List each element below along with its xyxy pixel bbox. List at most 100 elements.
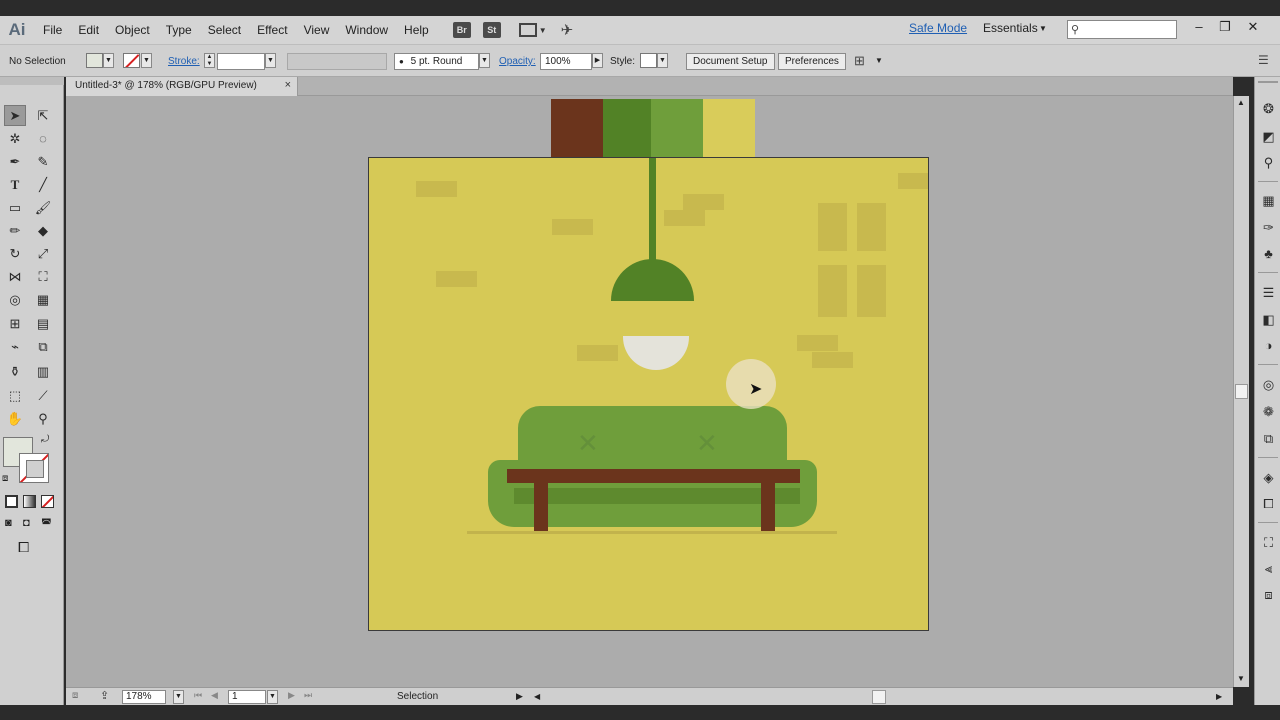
menu-file[interactable]: File bbox=[35, 16, 70, 44]
stroke-color-swatch[interactable] bbox=[123, 53, 140, 68]
close-button[interactable]: ✕ bbox=[1240, 18, 1266, 36]
menu-type[interactable]: Type bbox=[158, 16, 200, 44]
fill-color-swatch[interactable] bbox=[86, 53, 103, 68]
zoom-field[interactable]: 178% bbox=[122, 690, 166, 704]
selection-tool-icon[interactable]: ➤ bbox=[4, 105, 26, 126]
vertical-scrollbar[interactable]: ▲ ▼ bbox=[1233, 96, 1249, 687]
open-in-bridge-icon[interactable]: ⇪ bbox=[100, 689, 109, 702]
symbol-sprayer-tool-icon[interactable]: ⚱ bbox=[4, 361, 26, 382]
swatch-chip-light-green[interactable] bbox=[651, 99, 703, 157]
draw-inside-icon[interactable]: ◚ bbox=[41, 517, 52, 530]
appearance-panel-icon[interactable]: ◎ bbox=[1259, 376, 1278, 393]
artboard[interactable]: ✕ ✕ bbox=[368, 157, 929, 631]
workspace-switcher[interactable]: Essentials bbox=[983, 21, 1038, 35]
horizontal-scroll-thumb[interactable] bbox=[872, 690, 886, 704]
draw-normal-icon[interactable]: ◙ bbox=[5, 517, 12, 529]
blend-tool-icon[interactable]: ⧉ bbox=[32, 336, 54, 357]
brush-definition-field[interactable]: ● 5 pt. Round bbox=[394, 53, 479, 70]
stroke-panel-icon[interactable]: ☰ bbox=[1259, 284, 1278, 301]
slice-tool-icon[interactable]: ⟋ bbox=[32, 385, 54, 406]
preferences-button[interactable]: Preferences bbox=[778, 53, 846, 70]
shape-builder-tool-icon[interactable]: ◎ bbox=[4, 289, 26, 310]
artboard-nav-icon[interactable]: ⧈ bbox=[72, 690, 78, 701]
artboards-panel-icon[interactable]: ⧠ bbox=[1259, 495, 1278, 512]
gradient-tool-icon[interactable]: ▤ bbox=[32, 313, 54, 334]
column-graph-tool-icon[interactable]: ▥ bbox=[32, 361, 54, 382]
hand-tool-icon[interactable]: ✋ bbox=[4, 408, 26, 429]
first-artboard-icon[interactable]: ⏮ bbox=[194, 690, 202, 701]
search-input[interactable]: ⚲ bbox=[1067, 20, 1177, 39]
color-panel-icon[interactable]: ❂ bbox=[1259, 100, 1278, 117]
gradient-panel-icon[interactable]: ◧ bbox=[1259, 311, 1278, 328]
width-tool-icon[interactable]: ⋈ bbox=[4, 266, 26, 287]
opacity-slider-button[interactable]: ▶ bbox=[592, 53, 603, 68]
screen-mode-icon[interactable]: ⧠ bbox=[18, 539, 29, 556]
fill-dropdown[interactable]: ▼ bbox=[103, 53, 114, 68]
style-dropdown[interactable]: ▼ bbox=[657, 53, 668, 68]
align-options-icon[interactable]: ⊞ bbox=[854, 53, 865, 69]
swatch-chip-brown[interactable] bbox=[551, 99, 603, 157]
layers-panel-icon[interactable]: ◈ bbox=[1259, 469, 1278, 486]
vertical-scroll-thumb[interactable] bbox=[1235, 384, 1248, 399]
curvature-tool-icon[interactable]: ✎ bbox=[32, 151, 54, 172]
zoom-dropdown[interactable]: ▼ bbox=[173, 690, 184, 704]
symbols-panel-icon[interactable]: ♣ bbox=[1259, 245, 1278, 262]
pencil-tool-icon[interactable]: ✏ bbox=[4, 220, 26, 241]
brushes-panel-icon[interactable]: ✑ bbox=[1259, 219, 1278, 236]
graphic-styles-icon[interactable]: ❁ bbox=[1259, 403, 1278, 420]
document-setup-button[interactable]: Document Setup bbox=[686, 53, 775, 70]
zoom-tool-icon[interactable]: ⚲ bbox=[32, 408, 54, 429]
restore-button[interactable]: ❐ bbox=[1212, 18, 1238, 36]
perspective-grid-tool-icon[interactable]: ▦ bbox=[32, 289, 54, 310]
opacity-label[interactable]: Opacity: bbox=[499, 56, 536, 67]
variable-width-profile[interactable] bbox=[287, 53, 387, 70]
line-tool-icon[interactable]: ╱ bbox=[32, 174, 54, 195]
scroll-down-icon[interactable]: ▼ bbox=[1237, 674, 1245, 683]
align-panel-icon[interactable]: ⫷ bbox=[1259, 560, 1278, 577]
pathfinder-panel-icon[interactable]: ⧈ bbox=[1259, 586, 1278, 603]
color-mode-button[interactable] bbox=[5, 495, 18, 508]
stroke-weight-dropdown[interactable]: ▼ bbox=[265, 53, 276, 68]
scroll-up-icon[interactable]: ▲ bbox=[1237, 98, 1245, 107]
brush-dropdown[interactable]: ▼ bbox=[479, 53, 490, 68]
artboard-number-field[interactable]: 1 bbox=[228, 690, 266, 704]
magic-wand-tool-icon[interactable]: ✲ bbox=[4, 128, 26, 149]
none-mode-button[interactable] bbox=[41, 495, 54, 508]
canvas-area[interactable]: ✕ ✕ ➤ bbox=[66, 96, 1233, 687]
scroll-left-icon[interactable]: ◀ bbox=[534, 692, 540, 701]
color-guide-icon[interactable]: ◩ bbox=[1259, 128, 1278, 145]
menu-effect[interactable]: Effect bbox=[249, 16, 295, 44]
transparency-panel-icon[interactable]: ◑ bbox=[1259, 337, 1278, 354]
horizontal-scrollbar[interactable]: ◀ ▶ bbox=[532, 690, 1227, 704]
lasso-tool-icon[interactable]: ◌ bbox=[32, 128, 54, 149]
eraser-tool-icon[interactable]: ◆ bbox=[32, 220, 54, 241]
menu-edit[interactable]: Edit bbox=[70, 16, 107, 44]
menu-window[interactable]: Window bbox=[337, 16, 396, 44]
workspace-dropdown-icon[interactable]: ▼ bbox=[1039, 24, 1047, 33]
libraries-panel-icon[interactable]: ⧉ bbox=[1259, 430, 1278, 447]
next-artboard-icon[interactable]: ▶ bbox=[288, 690, 295, 701]
swatches-panel-icon[interactable]: ▦ bbox=[1259, 192, 1278, 209]
menu-view[interactable]: View bbox=[296, 16, 338, 44]
stroke-label[interactable]: Stroke: bbox=[168, 56, 200, 67]
arrange-dropdown-icon[interactable]: ▼ bbox=[539, 26, 547, 35]
menu-select[interactable]: Select bbox=[200, 16, 249, 44]
color-themes-icon[interactable]: ⚲ bbox=[1259, 154, 1278, 171]
free-transform-tool-icon[interactable]: ⛶ bbox=[32, 266, 54, 287]
arrange-documents-icon[interactable] bbox=[518, 23, 537, 37]
direct-selection-tool-icon[interactable]: ⇱ bbox=[32, 105, 54, 126]
status-menu-icon[interactable]: ▶ bbox=[516, 691, 523, 702]
stock-icon[interactable]: St bbox=[482, 22, 501, 38]
rotate-tool-icon[interactable]: ↻ bbox=[4, 243, 26, 264]
graphic-style-swatch[interactable] bbox=[640, 53, 657, 68]
type-tool-icon[interactable]: T bbox=[4, 174, 26, 195]
paintbrush-tool-icon[interactable]: 🖌 bbox=[32, 197, 54, 218]
default-fill-stroke-icon[interactable]: ⧈ bbox=[2, 473, 8, 484]
stroke-weight-stepper[interactable]: ▲ ▼ bbox=[204, 53, 215, 68]
draw-behind-icon[interactable]: ◘ bbox=[23, 517, 30, 529]
bridge-icon[interactable]: Br bbox=[452, 22, 471, 38]
scroll-right-icon[interactable]: ▶ bbox=[1216, 692, 1222, 701]
document-tab[interactable]: Untitled-3* @ 178% (RGB/GPU Preview) × bbox=[66, 77, 298, 96]
last-artboard-icon[interactable]: ⏭ bbox=[304, 690, 312, 701]
opacity-field[interactable]: 100% bbox=[540, 53, 592, 70]
